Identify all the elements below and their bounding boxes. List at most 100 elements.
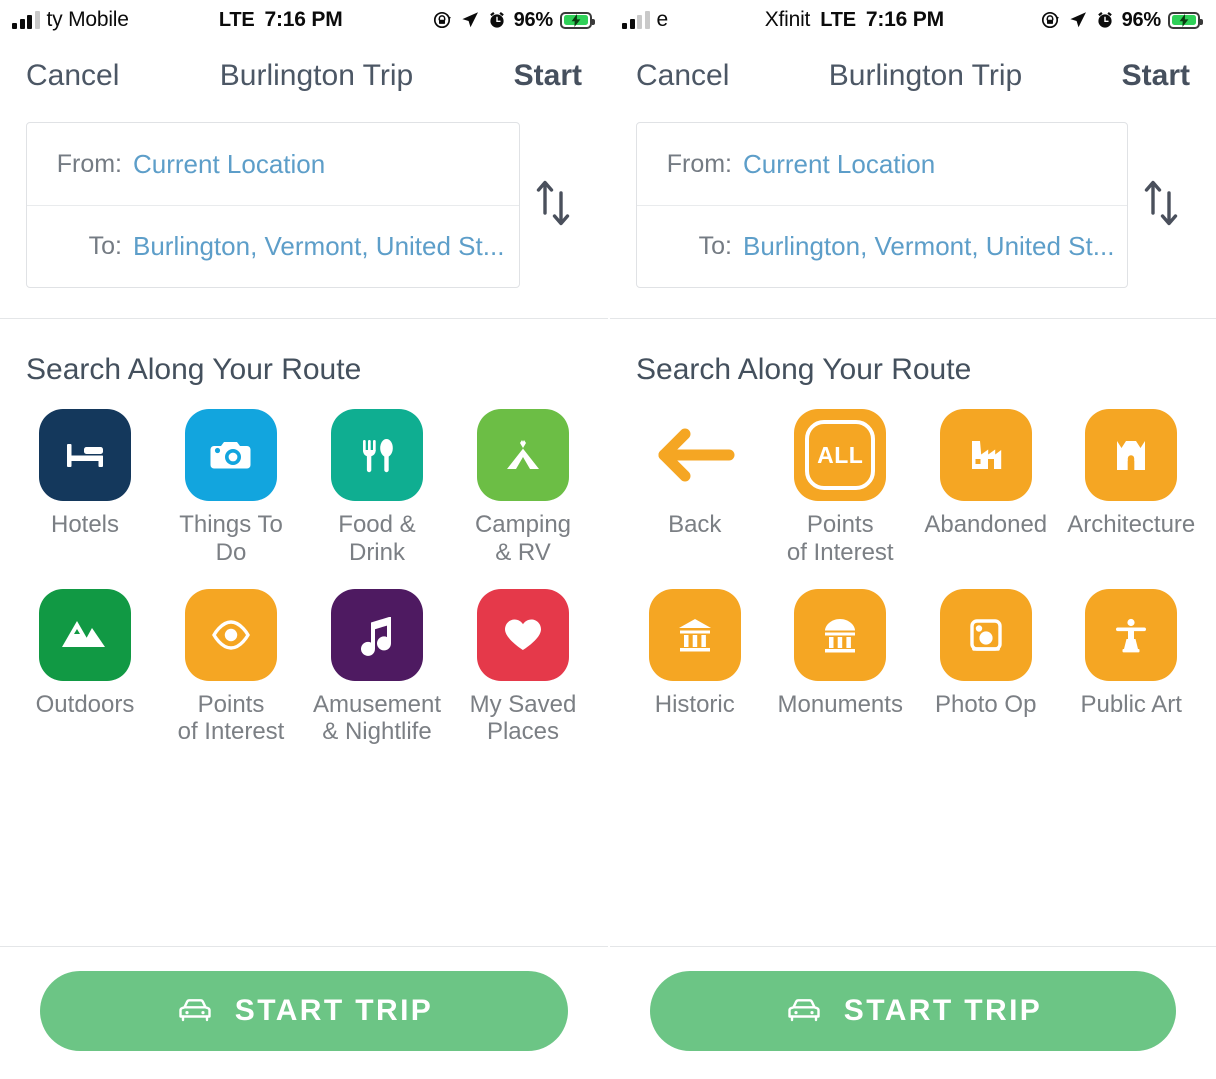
status-clock: 7:16 PM <box>865 8 944 31</box>
factory-icon <box>939 409 1032 501</box>
to-input[interactable]: Burlington, Vermont, United St... <box>133 231 504 262</box>
instant-camera-icon <box>939 588 1032 681</box>
start-trip-button[interactable]: START TRIP <box>40 971 568 1051</box>
section-title: Search Along Your Route <box>26 353 362 386</box>
nav-bar: Cancel Burlington Trip Start <box>610 40 1216 112</box>
start-button[interactable]: Start <box>1122 59 1190 93</box>
from-input[interactable]: Current Location <box>743 149 935 180</box>
category-label: Public Art <box>1080 690 1182 718</box>
route-row-to[interactable]: To: Burlington, Vermont, United St... <box>637 205 1127 287</box>
status-bar: ty Mobile LTE 7:16 PM 96% <box>0 0 608 40</box>
all-badge-icon: ALL <box>794 409 887 501</box>
location-arrow-icon <box>460 10 480 30</box>
category-label: Things To Do <box>179 511 283 566</box>
category-tile-hotels[interactable]: Hotels <box>12 409 158 567</box>
battery-charging-icon <box>560 11 595 29</box>
car-icon <box>784 994 824 1029</box>
swap-endpoints-button[interactable] <box>520 173 586 238</box>
category-grid: Back ALL Points of Interest Abandoned Ar… <box>610 387 1216 718</box>
screen-right: e Xfinit LTE 7:16 PM 96% Cancel Burlingt… <box>608 0 1216 1079</box>
status-bar: e Xfinit LTE 7:16 PM 96% <box>610 0 1216 40</box>
castle-icon <box>1085 409 1178 501</box>
route-section: From: Current Location To: Burlington, V… <box>610 112 1216 288</box>
heart-icon <box>477 588 569 681</box>
from-label: From: <box>666 149 732 178</box>
status-bar-right: 96% <box>433 9 595 32</box>
dome-monument-icon <box>794 588 887 681</box>
category-tile-points-of-interest-all[interactable]: ALL Points of Interest <box>768 409 914 567</box>
page-title: Burlington Trip <box>828 59 1023 92</box>
start-trip-label: START TRIP <box>843 994 1043 1027</box>
category-tile-abandoned[interactable]: Abandoned <box>913 409 1059 567</box>
category-tile-public-art[interactable]: Public Art <box>1059 588 1205 719</box>
dual-screenshot-container: ty Mobile LTE 7:16 PM 96% Cancel Burling… <box>0 0 1216 1079</box>
start-trip-button[interactable]: START TRIP <box>650 971 1176 1051</box>
category-label: Amusement & Nightlife <box>312 690 442 746</box>
to-input[interactable]: Burlington, Vermont, United St... <box>743 231 1114 262</box>
signal-strength-icon <box>12 11 40 29</box>
nav-bar: Cancel Burlington Trip Start <box>0 40 608 112</box>
category-label: Points of Interest <box>177 690 285 746</box>
network-type: LTE <box>218 8 255 31</box>
orientation-lock-icon <box>1041 10 1061 30</box>
category-label: Back <box>668 511 722 538</box>
fork-spoon-icon <box>331 409 423 501</box>
start-button[interactable]: Start <box>514 59 582 93</box>
category-tile-monuments[interactable]: Monuments <box>768 588 914 719</box>
category-tile-back[interactable]: Back <box>622 409 768 567</box>
car-icon <box>175 994 215 1029</box>
category-label: Outdoors <box>35 690 135 718</box>
route-row-from[interactable]: From: Current Location <box>637 123 1127 205</box>
category-label: Photo Op <box>935 690 1037 718</box>
to-label: To: <box>698 232 732 260</box>
cancel-button[interactable]: Cancel <box>26 59 119 93</box>
carrier-name: e <box>656 8 669 31</box>
swap-endpoints-button[interactable] <box>1128 173 1194 238</box>
bank-columns-icon <box>648 588 741 681</box>
from-input[interactable]: Current Location <box>133 149 325 180</box>
category-label: Historic <box>654 690 735 718</box>
category-label: Hotels <box>50 511 120 538</box>
category-tile-my-saved-places[interactable]: My Saved Places <box>450 588 596 747</box>
screen-left: ty Mobile LTE 7:16 PM 96% Cancel Burling… <box>0 0 608 1079</box>
network-type: LTE <box>820 8 856 31</box>
category-tile-photo-op[interactable]: Photo Op <box>913 588 1059 719</box>
category-tile-things-to-do[interactable]: Things To Do <box>158 409 304 567</box>
category-tile-points-of-interest[interactable]: Points of Interest <box>158 588 304 747</box>
category-tile-amusement-nightlife[interactable]: Amusement & Nightlife <box>304 588 450 747</box>
category-grid: Hotels Things To Do Food & Drink Camping… <box>0 387 608 746</box>
category-label: Monuments <box>777 690 903 718</box>
battery-percent: 96% <box>1121 8 1162 31</box>
location-arrow-icon <box>1068 10 1088 30</box>
category-label: Architecture <box>1067 511 1196 538</box>
status-clock: 7:16 PM <box>264 8 343 31</box>
page-title: Burlington Trip <box>219 59 414 92</box>
mountains-icon <box>39 588 131 681</box>
route-section: From: Current Location To: Burlington, V… <box>0 112 608 288</box>
camera-icon <box>185 409 277 501</box>
alarm-clock-icon <box>487 10 507 30</box>
route-card: From: Current Location To: Burlington, V… <box>636 122 1128 288</box>
status-bar-left: e <box>622 8 668 32</box>
alarm-clock-icon <box>1095 10 1115 30</box>
to-label: To: <box>88 232 122 260</box>
category-tile-outdoors[interactable]: Outdoors <box>12 588 158 747</box>
category-tile-food-drink[interactable]: Food & Drink <box>304 409 450 567</box>
eye-icon <box>185 588 277 681</box>
cancel-button[interactable]: Cancel <box>636 59 729 93</box>
from-label: From: <box>56 149 122 178</box>
route-row-to[interactable]: To: Burlington, Vermont, United St... <box>27 205 519 287</box>
status-bar-right: 96% <box>1041 8 1203 32</box>
carrier-name: ty Mobile <box>46 8 129 31</box>
arrow-left-icon <box>649 409 741 501</box>
category-label: Food & Drink <box>338 511 416 566</box>
category-tile-historic[interactable]: Historic <box>622 588 768 719</box>
route-row-from[interactable]: From: Current Location <box>27 123 519 205</box>
footer: START TRIP <box>610 946 1216 1079</box>
status-bar-left: ty Mobile <box>12 8 129 32</box>
battery-charging-icon <box>1168 11 1203 29</box>
section-title: Search Along Your Route <box>636 353 972 386</box>
category-tile-architecture[interactable]: Architecture <box>1059 409 1205 567</box>
category-tile-camping-rv[interactable]: Camping & RV <box>450 409 596 567</box>
